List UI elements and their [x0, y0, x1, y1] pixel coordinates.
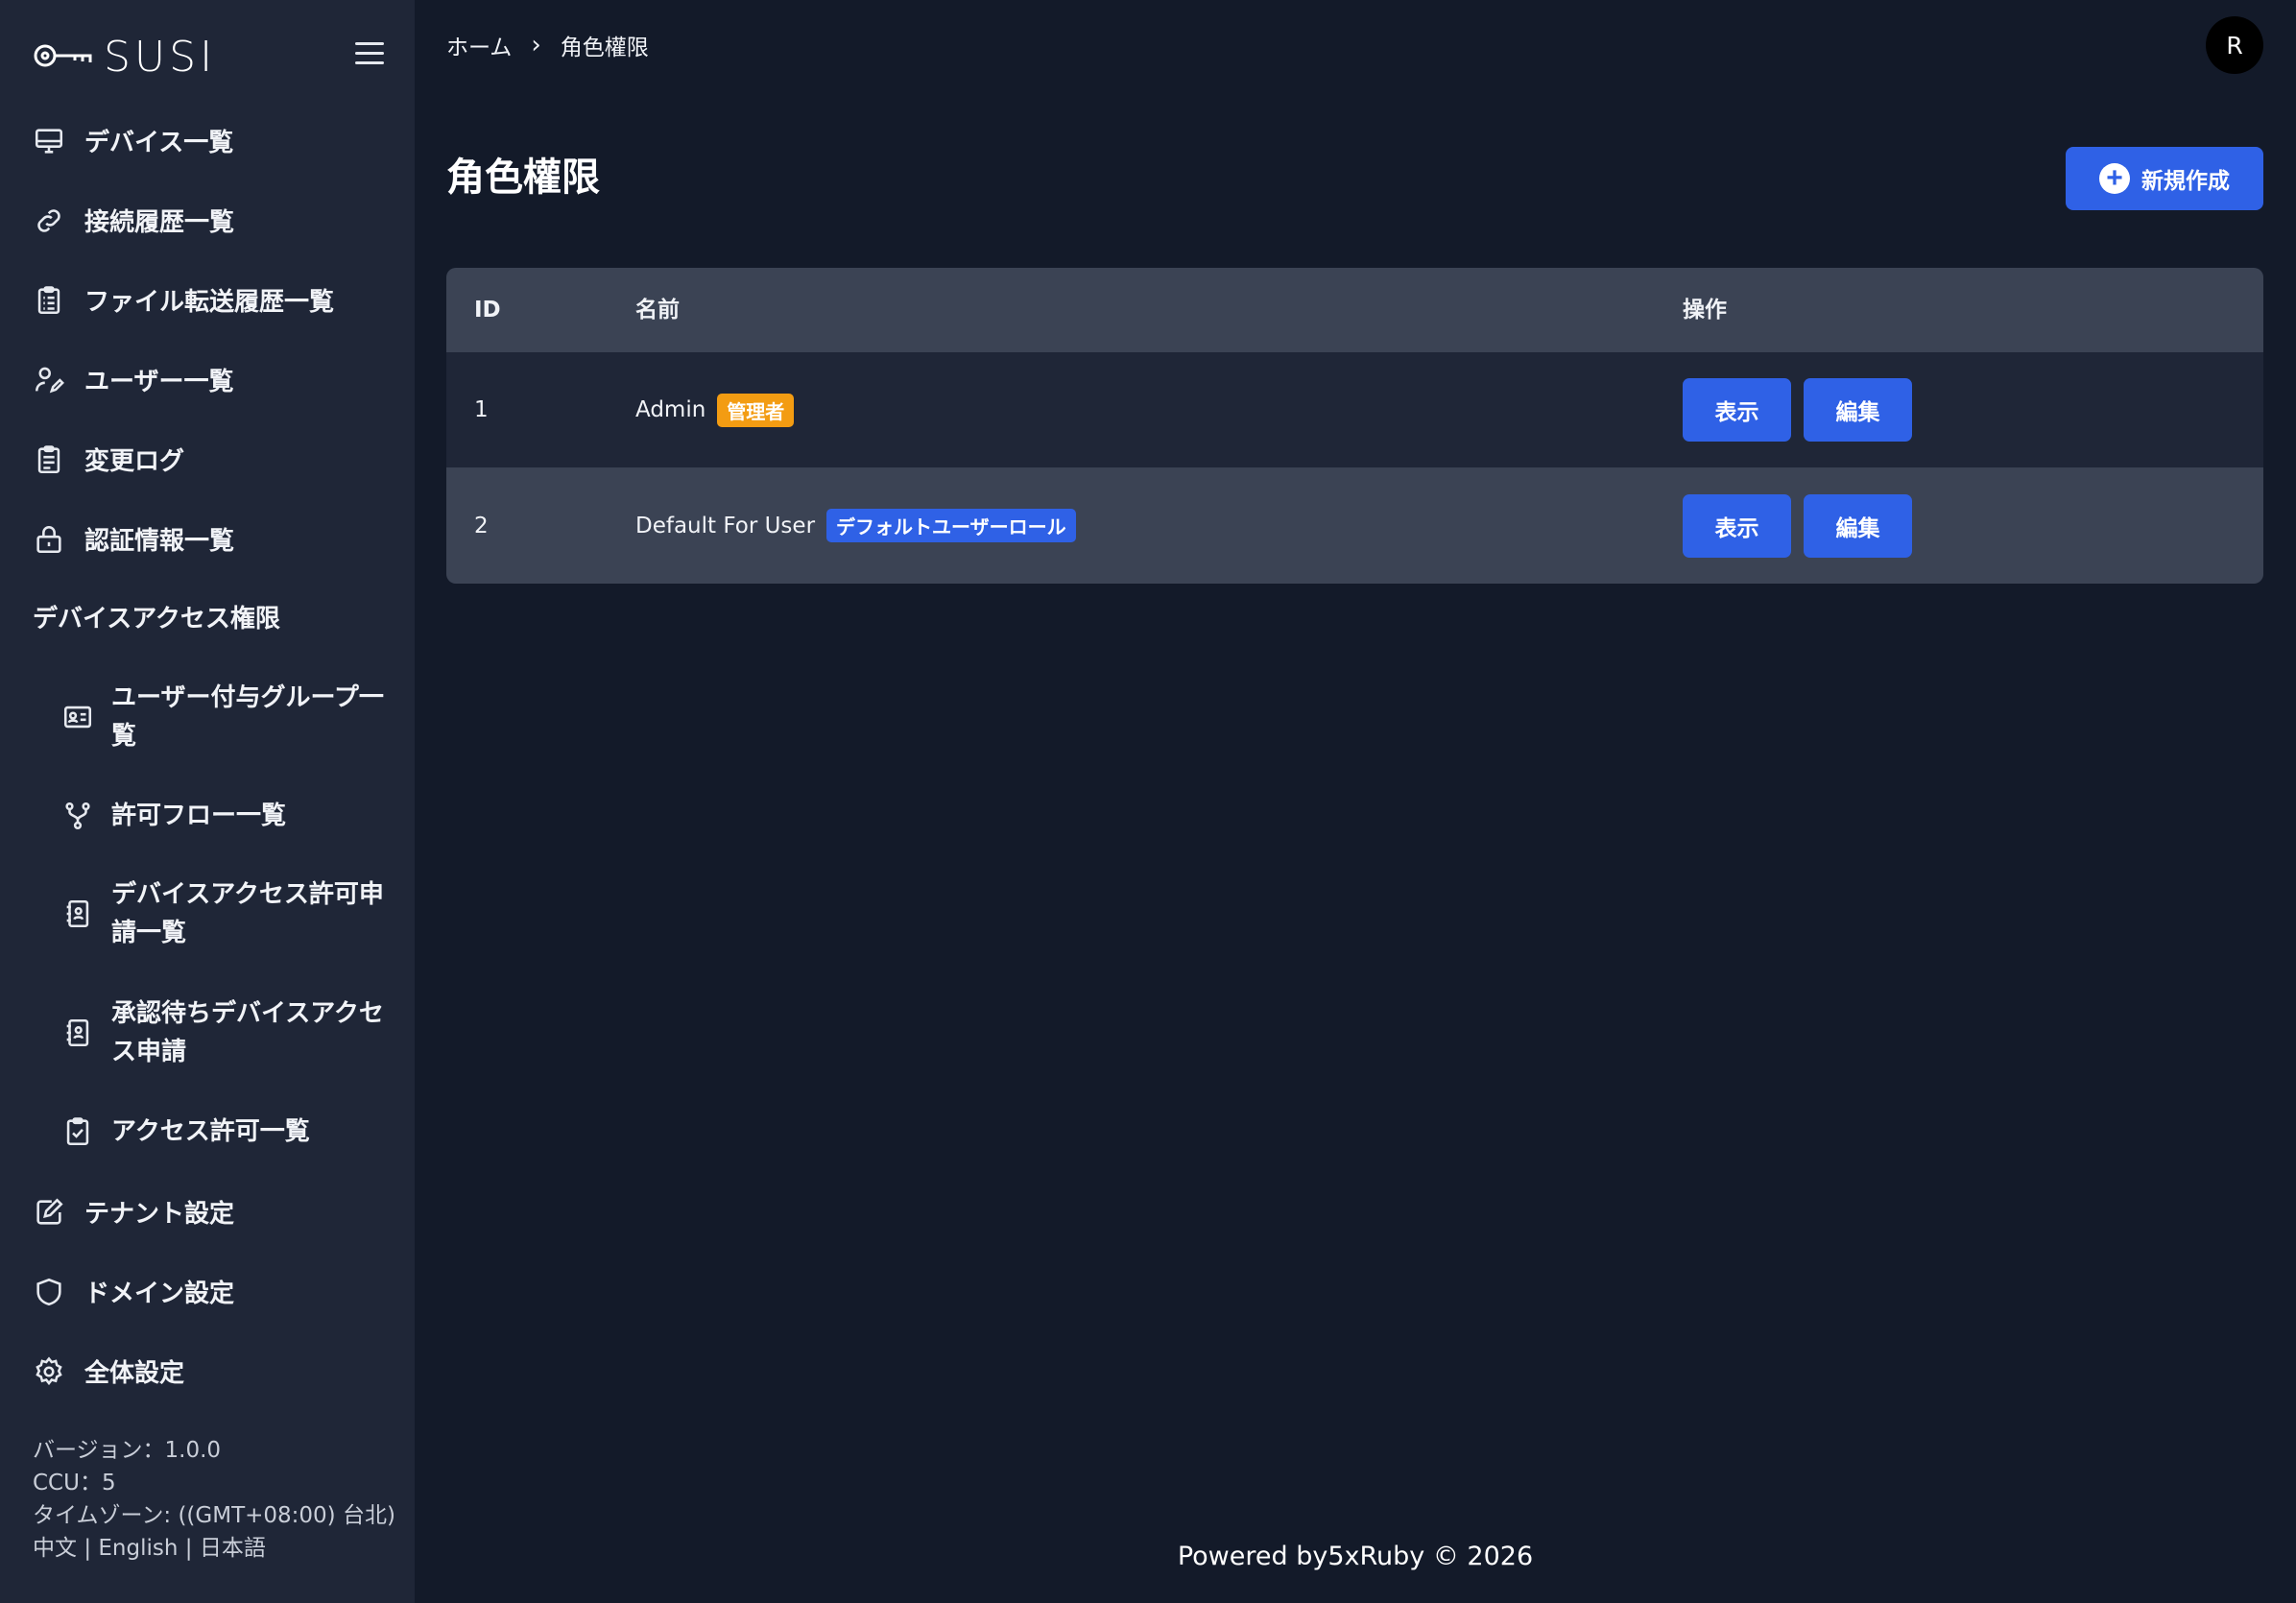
sidebar-item-change-log[interactable]: 変更ログ [33, 442, 184, 477]
sidebar-item-label: テナント設定 [84, 1200, 235, 1229]
sidebar-item-devices[interactable]: デバイス一覧 [33, 123, 233, 158]
lang-en-link[interactable]: English [98, 1536, 178, 1561]
lang-separator: | [84, 1536, 92, 1561]
sidebar-item-label: デバイス一覧 [84, 129, 234, 157]
sidebar-item-approval-flows[interactable]: 許可フロー一覧 [61, 797, 397, 835]
cell-id: 1 [474, 397, 489, 422]
sidebar-item-label: 接続履歴一覧 [84, 208, 235, 237]
role-name: Admin [635, 397, 706, 422]
edit-button[interactable]: 編集 [1804, 493, 1912, 558]
new-role-button[interactable]: + 新規作成 [2066, 147, 2263, 210]
language-switcher: 中文 | English | 日本語 [33, 1532, 395, 1565]
table-row: 1 Admin 管理者 表示 編集 [446, 352, 2263, 467]
sidebar-item-label: ユーザー一覧 [84, 368, 234, 396]
sidebar-item-users[interactable]: ユーザー一覧 [33, 362, 233, 397]
edit-button[interactable]: 編集 [1804, 378, 1912, 442]
role-badge: 管理者 [717, 393, 795, 427]
sidebar-item-label: 認証情報一覧 [84, 527, 235, 556]
sidebar-item-user-groups[interactable]: ユーザー付与グループ一覧 [61, 679, 397, 755]
brand-name: SUSI [104, 33, 217, 82]
sidebar-item-tenant-settings[interactable]: テナント設定 [33, 1194, 234, 1230]
contact-book-icon [61, 897, 94, 930]
ccu-text: CCU：5 [33, 1471, 116, 1495]
cell-actions: 表示 編集 [1683, 352, 1912, 467]
id-card-icon [61, 701, 94, 733]
sidebar-item-file-transfer-history[interactable]: ファイル転送履歴一覧 [33, 282, 334, 318]
sidebar-item-label: ファイル転送履歴一覧 [84, 288, 335, 317]
sidebar-item-label: デバイスアクセス許可申請一覧 [111, 880, 384, 947]
sidebar-item-domain-settings[interactable]: ドメイン設定 [33, 1274, 234, 1309]
roles-table: ID 名前 操作 1 Admin 管理者 表示 編集 2 Default For… [446, 268, 2263, 584]
sidebar-item-label: ユーザー付与グループ一覧 [111, 683, 384, 751]
sidebar: SUSI デバイス一覧 接続履歴一覧 ファイル転送履歴一覧 ユーザー一覧 変更ロ… [0, 0, 415, 1603]
cell-actions: 表示 編集 [1683, 467, 1912, 584]
sidebar-item-label: 承認待ちデバイスアクセス申請 [111, 999, 384, 1066]
role-name: Default For User [635, 513, 816, 538]
branch-icon [61, 800, 94, 832]
edit-note-icon [33, 1196, 65, 1229]
monitor-icon [33, 125, 65, 157]
sidebar-item-pending-requests[interactable]: 承認待ちデバイスアクセス申請 [61, 994, 397, 1071]
chevron-right-icon: › [531, 31, 541, 60]
key-icon [33, 41, 94, 74]
new-role-button-label: 新規作成 [2141, 168, 2230, 193]
clipboard-list-icon [33, 284, 65, 317]
page-title: 角色權限 [446, 156, 600, 200]
shield-icon [33, 1276, 65, 1308]
clipboard-check-icon [61, 1115, 94, 1148]
show-button[interactable]: 表示 [1683, 493, 1791, 558]
sidebar-item-label: 変更ログ [84, 447, 185, 476]
sidebar-meta: バージョン：1.0.0 CCU：5 タイムゾーン: ((GMT+08:00) 台… [33, 1434, 395, 1565]
contact-book-icon [61, 1017, 94, 1049]
cell-id: 2 [474, 513, 489, 538]
sidebar-item-connection-history[interactable]: 接続履歴一覧 [33, 203, 234, 238]
logo[interactable]: SUSI [33, 33, 216, 82]
sidebar-item-label: ドメイン設定 [84, 1280, 235, 1308]
sidebar-item-credentials[interactable]: 認証情報一覧 [33, 521, 234, 557]
column-header-id: ID [474, 298, 501, 323]
cell-name: Admin 管理者 [635, 352, 795, 467]
lang-ja-link[interactable]: 日本語 [200, 1536, 266, 1561]
cell-name: Default For User デフォルトユーザーロール [635, 467, 1076, 584]
gear-icon [33, 1355, 65, 1388]
plus-circle-icon: + [2099, 163, 2130, 194]
footer-text: Powered by5xRuby © 2026 [1177, 1542, 1534, 1571]
timezone-text: タイムゾーン: ((GMT+08:00) 台北) [33, 1503, 395, 1528]
breadcrumb: ホーム › 角色權限 [446, 29, 649, 61]
sidebar-item-access-permissions[interactable]: アクセス許可一覧 [61, 1113, 397, 1151]
menu-toggle-icon[interactable] [355, 42, 384, 67]
section-title-device-access: デバイスアクセス権限 [33, 605, 280, 634]
breadcrumb-current: 角色權限 [560, 36, 649, 60]
version-text: バージョン：1.0.0 [33, 1438, 222, 1463]
role-badge: デフォルトユーザーロール [826, 509, 1076, 542]
column-header-actions: 操作 [1683, 298, 1727, 323]
avatar[interactable]: R [2206, 16, 2263, 74]
sidebar-item-label: 許可フロー一覧 [111, 802, 287, 830]
sidebar-item-label: アクセス許可一覧 [111, 1117, 310, 1146]
logo-row: SUSI [33, 33, 384, 82]
clipboard-icon [33, 443, 65, 476]
lang-separator: | [184, 1536, 193, 1561]
link-icon [33, 204, 65, 237]
table-row: 2 Default For User デフォルトユーザーロール 表示 編集 [446, 467, 2263, 584]
lock-icon [33, 523, 65, 556]
show-button[interactable]: 表示 [1683, 378, 1791, 442]
sidebar-item-global-settings[interactable]: 全体設定 [33, 1353, 184, 1389]
table-header: ID 名前 操作 [446, 268, 2263, 352]
column-header-name: 名前 [635, 298, 680, 323]
lang-zh-link[interactable]: 中文 [33, 1536, 77, 1561]
sidebar-item-access-requests[interactable]: デバイスアクセス許可申請一覧 [61, 875, 397, 952]
user-edit-icon [33, 364, 65, 396]
breadcrumb-home[interactable]: ホーム [446, 29, 512, 61]
sidebar-item-label: 全体設定 [84, 1359, 185, 1388]
